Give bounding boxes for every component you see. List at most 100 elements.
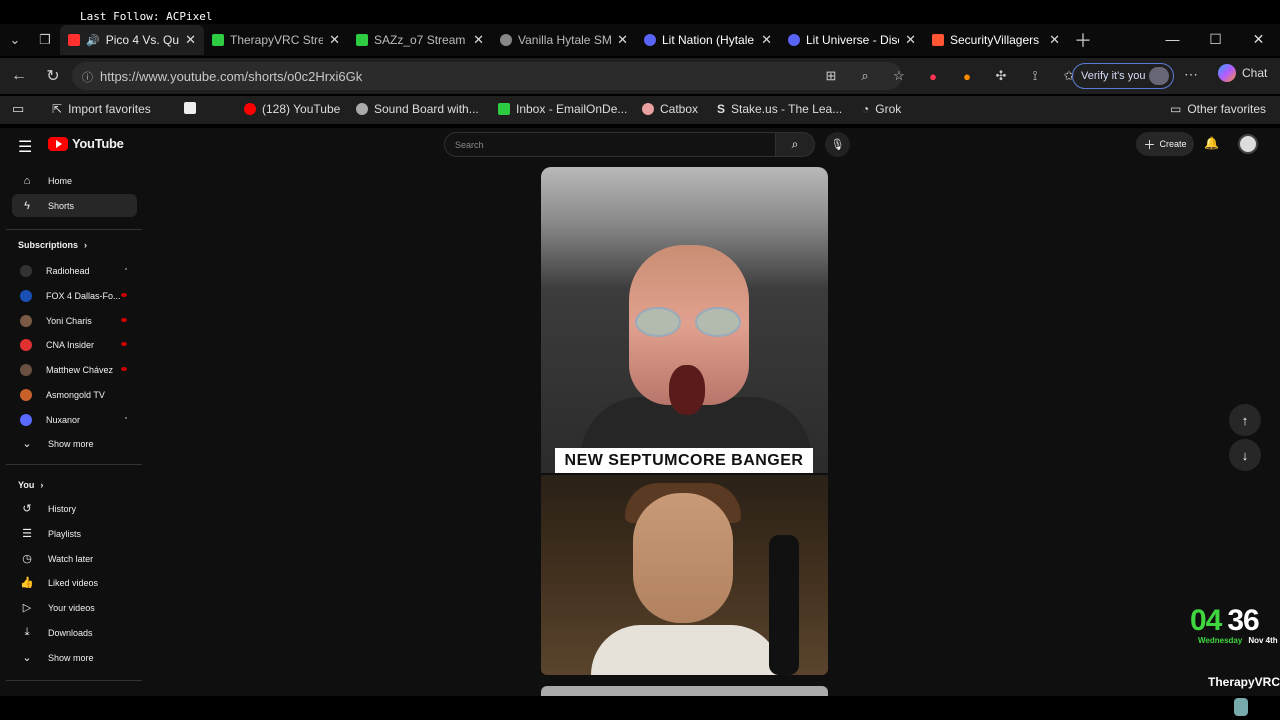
bookmark-youtube[interactable]: (128) YouTube	[244, 102, 340, 116]
close-tab-icon[interactable]: ✕	[473, 32, 484, 48]
sidebar-item-watch-later[interactable]: ◷ Watch later	[12, 547, 137, 570]
short-video-reaction-cam[interactable]	[541, 475, 828, 675]
workspaces-icon[interactable]: ❐	[30, 26, 60, 54]
voice-search-button[interactable]: 🎙	[825, 132, 850, 157]
sidebar-item-downloads[interactable]: ⤓ Downloads	[12, 621, 137, 644]
bookmark-sound-board[interactable]: Sound Board with...	[356, 102, 479, 116]
sidebar-item-history[interactable]: ↺ History	[12, 497, 137, 520]
live-indicator-icon	[121, 367, 127, 371]
bookmark-import-favorites[interactable]: ⇱ Import favorites	[52, 102, 151, 116]
youtube-icon	[244, 103, 256, 115]
verify-profile-button[interactable]: Verify it's you	[1072, 63, 1174, 89]
subscription-matthew-chavez[interactable]: Matthew Chávez	[12, 358, 137, 381]
emailondeck-icon	[498, 103, 510, 115]
next-short-preview[interactable]	[541, 686, 828, 696]
bookmark-blank[interactable]	[184, 102, 196, 114]
tab-1[interactable]: TherapyVRC Strea ✕	[204, 25, 348, 55]
short-video-player[interactable]: NEW SEPTUMCORE BANGER	[541, 167, 828, 473]
tab-0[interactable]: 🔊 Pico 4 Vs. Que ✕	[60, 25, 204, 55]
browser-essentials-icon[interactable]: ⟟	[1022, 62, 1048, 90]
sidebar-item-label: Shorts	[48, 200, 75, 211]
site-info-icon[interactable]: ⓘ	[82, 69, 93, 85]
subscription-nuxanor[interactable]: Nuxanor	[12, 408, 137, 431]
extension-orange-icon[interactable]: ●	[954, 62, 980, 90]
tab-title: Pico 4 Vs. Que	[105, 33, 180, 47]
sidebar-item-home[interactable]: ⌂ Home	[12, 169, 137, 192]
zoom-icon[interactable]: ⌕	[852, 62, 878, 90]
sidebar-item-playlists[interactable]: ☰ Playlists	[12, 522, 137, 545]
window-controls: — ☐ ✕	[1151, 24, 1280, 54]
next-short-button[interactable]: ↓	[1229, 439, 1261, 471]
tab-title: SAZz_o7 Stream -	[374, 33, 468, 47]
address-bar[interactable]: ⓘ https://www.youtube.com/shorts/o0c2Hrx…	[72, 62, 902, 90]
clock-minute: 36	[1227, 604, 1259, 637]
favorite-star-icon[interactable]: ☆	[886, 62, 912, 90]
reading-view-icon[interactable]: ▭	[12, 101, 24, 117]
sidebar-item-label: Playlists	[48, 528, 82, 539]
bookmark-catbox[interactable]: Catbox	[642, 102, 698, 116]
notifications-bell-icon[interactable]: 🔔	[1204, 136, 1219, 150]
create-label: Create	[1159, 139, 1187, 149]
channel-name: Nuxanor	[46, 414, 81, 425]
arrow-down-icon: ↓	[1241, 447, 1249, 463]
bookmark-inbox[interactable]: Inbox - EmailOnDe...	[498, 102, 627, 116]
kick-favicon-icon	[212, 34, 224, 46]
security-villagers-favicon-icon	[932, 34, 944, 46]
search-button[interactable]: ⌕	[775, 132, 815, 157]
search-input[interactable]: Search	[444, 132, 776, 157]
extensions-puzzle-icon[interactable]: ✣	[988, 62, 1014, 90]
close-tab-icon[interactable]: ✕	[905, 32, 916, 48]
tab-title: Vanilla Hytale SMP	[518, 33, 612, 47]
close-tab-icon[interactable]: ✕	[1049, 32, 1060, 48]
tab-6[interactable]: SecurityVillagers - ✕	[924, 25, 1068, 55]
channel-avatar	[20, 363, 32, 376]
you-heading[interactable]: You ›	[18, 480, 43, 490]
tab-5[interactable]: Lit Universe - Disc ✕	[780, 25, 924, 55]
close-tab-icon[interactable]: ✕	[185, 32, 196, 48]
tab-2[interactable]: SAZz_o7 Stream - ✕	[348, 25, 492, 55]
stake-icon: S	[717, 102, 726, 116]
new-tab-plus-icon[interactable]: ＋	[1068, 26, 1098, 54]
sidebar-item-liked-videos[interactable]: 👍 Liked videos	[12, 571, 137, 594]
extension-red-icon[interactable]: ●	[920, 62, 946, 90]
subscription-cna-insider[interactable]: CNA Insider	[12, 333, 137, 356]
minimize-icon[interactable]: —	[1151, 24, 1194, 54]
show-more-subscriptions[interactable]: ⌄ Show more	[12, 432, 137, 455]
subscription-yoni-charis[interactable]: Yoni Charis	[12, 309, 137, 332]
account-avatar[interactable]	[1238, 134, 1258, 154]
other-favorites[interactable]: ▭ Other favorites	[1170, 102, 1266, 116]
sidebar: ⌂ Home ϟ Shorts Subscriptions › Radiohea…	[0, 128, 144, 696]
sidebar-item-shorts[interactable]: ϟ Shorts	[12, 194, 137, 217]
close-tab-icon[interactable]: ✕	[617, 32, 628, 48]
bookmark-stake[interactable]: S Stake.us - The Lea...	[717, 102, 842, 116]
subscription-fox4[interactable]: FOX 4 Dallas-Fo...	[12, 284, 137, 307]
clock-icon: ◷	[22, 553, 32, 565]
tab-3[interactable]: Vanilla Hytale SMP ✕	[492, 25, 636, 55]
maximize-icon[interactable]: ☐	[1194, 24, 1237, 54]
clock-hour: 04	[1190, 604, 1222, 637]
app-available-icon[interactable]: ⊞	[818, 62, 844, 90]
streamer-name: TherapyVRC	[1208, 675, 1280, 689]
sidebar-item-your-videos[interactable]: ▷ Your videos	[12, 596, 137, 619]
previous-short-button[interactable]: ↑	[1229, 404, 1261, 436]
close-tab-icon[interactable]: ✕	[761, 32, 772, 48]
close-window-icon[interactable]: ✕	[1237, 24, 1280, 54]
copilot-chat-button[interactable]: Chat	[1218, 64, 1267, 82]
tab-4[interactable]: Lit Nation (Hytale ✕	[636, 25, 780, 55]
show-more-you[interactable]: ⌄ Show more	[12, 646, 137, 669]
new-content-dot	[125, 417, 127, 419]
tab-title: TherapyVRC Strea	[230, 33, 324, 47]
address-url: https://www.youtube.com/shorts/o0c2Hrxi6…	[100, 68, 363, 84]
audio-playing-icon[interactable]: 🔊	[86, 34, 100, 47]
back-arrow-icon[interactable]: ←	[2, 61, 36, 91]
create-button[interactable]: ＋ Create	[1136, 132, 1194, 156]
bookmark-grok[interactable]: ◔ Grok	[862, 102, 901, 116]
close-tab-icon[interactable]: ✕	[329, 32, 340, 48]
more-options-icon[interactable]: ⋯	[1184, 66, 1198, 83]
subscription-radiohead[interactable]: Radiohead	[12, 259, 137, 282]
subscriptions-heading[interactable]: Subscriptions ›	[18, 240, 87, 250]
tab-actions-chevron-icon[interactable]: ⌄	[0, 26, 30, 54]
sidebar-item-label: Liked videos	[48, 577, 99, 588]
reload-icon[interactable]: ↻	[36, 61, 70, 91]
subscription-asmongold[interactable]: Asmongold TV	[12, 383, 137, 406]
